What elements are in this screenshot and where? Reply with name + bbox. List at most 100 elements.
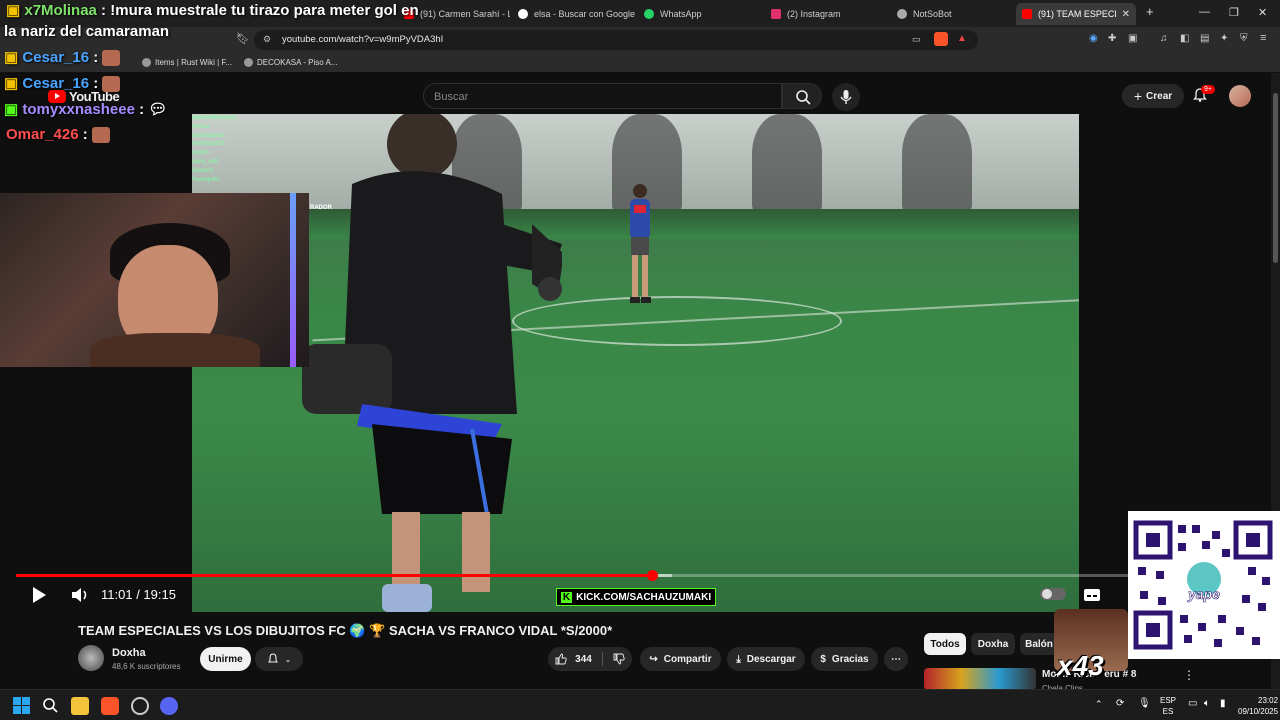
cast-icon[interactable]: ▭ bbox=[912, 34, 921, 45]
tab-whatsapp[interactable]: WhatsApp bbox=[638, 3, 758, 25]
tab-label: (2) Instagram bbox=[787, 9, 841, 19]
subtitles-icon[interactable] bbox=[1083, 587, 1101, 603]
screenshot-icon[interactable]: ▣ bbox=[1128, 33, 1137, 44]
chat-emote-icon bbox=[102, 76, 121, 93]
network-icon[interactable]: ▭ bbox=[1188, 698, 1197, 709]
microphone-tray-icon[interactable]: 🎙︎ bbox=[1138, 698, 1151, 709]
tab-notsobot[interactable]: NotSoBot bbox=[891, 3, 1011, 25]
battery-icon[interactable]: ▮ bbox=[1220, 698, 1226, 709]
kick-logo-icon: K bbox=[560, 591, 573, 603]
audio-icon[interactable]: ◉ bbox=[1089, 33, 1098, 44]
chat-emote-icon bbox=[102, 50, 121, 67]
thumbs-down-icon[interactable] bbox=[613, 653, 625, 665]
globe-icon bbox=[244, 58, 253, 67]
discord-icon[interactable] bbox=[160, 697, 178, 715]
like-button[interactable]: 344 bbox=[555, 653, 592, 665]
refresh-icon[interactable]: ⟳ bbox=[1116, 698, 1124, 709]
app-icon[interactable] bbox=[131, 697, 149, 715]
menu-icon[interactable]: ≡ bbox=[1260, 32, 1266, 44]
sidebar-icon[interactable]: ◧ bbox=[1180, 33, 1189, 44]
chat-username: tomyxxnasheee bbox=[22, 101, 135, 118]
chip-balon[interactable]: Balón bbox=[1020, 633, 1058, 655]
globe-icon bbox=[142, 58, 151, 67]
video-progress-bar[interactable] bbox=[16, 570, 1128, 581]
chip-doxha[interactable]: Doxha bbox=[971, 633, 1015, 655]
thanks-icon: $ bbox=[820, 653, 826, 665]
voice-search-button[interactable] bbox=[832, 83, 860, 111]
chat-username: Cesar_16 bbox=[22, 49, 90, 66]
site-info-icon[interactable]: ⚙ bbox=[263, 34, 271, 45]
tab-instagram[interactable]: (2) Instagram bbox=[765, 3, 885, 25]
search-icon[interactable] bbox=[42, 697, 59, 714]
download-button[interactable]: ⤓ Descargar bbox=[727, 647, 805, 671]
bookmark-icon[interactable]: 🔖︎ bbox=[236, 32, 250, 45]
volume-icon[interactable] bbox=[70, 586, 90, 604]
brave-shield-icon[interactable] bbox=[934, 32, 948, 46]
mini-chat-line: 1loveu2: bbox=[192, 167, 215, 174]
video-title: TEAM ESPECIALES VS LOS DIBUJITOS FC 🌍 🏆 … bbox=[78, 623, 613, 638]
minimize-icon[interactable]: — bbox=[1199, 6, 1210, 18]
bookmarks-bar: Items | Rust Wiki | F... DECOKASA - Piso… bbox=[0, 53, 1280, 73]
close-window-icon[interactable]: ✕ bbox=[1258, 6, 1267, 19]
share-label: Compartir bbox=[663, 653, 712, 665]
brave-rewards-icon[interactable]: ▲ bbox=[957, 33, 967, 44]
file-explorer-icon[interactable] bbox=[71, 697, 89, 715]
language-indicator[interactable]: ESP ES bbox=[1160, 695, 1176, 717]
account-avatar[interactable] bbox=[1229, 85, 1251, 107]
wallet-icon[interactable]: ▤ bbox=[1200, 33, 1209, 44]
more-actions-button[interactable]: ⋯ bbox=[884, 647, 908, 671]
subscription-bell-button[interactable]: ⌄ bbox=[255, 647, 303, 671]
create-button[interactable]: + Crear bbox=[1122, 84, 1184, 108]
mini-chat-line: ovitctc: bbox=[192, 150, 211, 157]
tray-chevron-up-icon[interactable]: ⌃ bbox=[1095, 699, 1103, 710]
overlay-chat-line: ▣ tomyxxnasheee : 💬︎ bbox=[4, 100, 167, 118]
address-bar[interactable]: ⚙ youtube.com/watch?v=w9mPyVDA3hI ▭ ▲ bbox=[254, 30, 978, 50]
system-clock[interactable]: 23:02 09/10/2025 bbox=[1238, 695, 1278, 717]
channel-avatar[interactable] bbox=[78, 645, 104, 671]
join-button[interactable]: Unirme bbox=[200, 647, 251, 671]
overlay-chat-line: ▣ Cesar_16 : bbox=[4, 48, 121, 67]
thanks-button[interactable]: $ Gracias bbox=[811, 647, 878, 671]
whatsapp-favicon-icon bbox=[644, 9, 654, 19]
extensions-icon[interactable]: ✚ bbox=[1108, 33, 1116, 44]
vpn-icon[interactable]: ⛨ bbox=[1240, 33, 1248, 44]
music-icon[interactable]: ♫ bbox=[1160, 33, 1168, 44]
like-dislike-group: 344 bbox=[548, 647, 632, 671]
tab-close-icon[interactable]: ✕ bbox=[1122, 9, 1130, 20]
chip-all[interactable]: Todos bbox=[924, 633, 966, 655]
bookmark-decokasa[interactable]: DECOKASA - Piso A... bbox=[244, 58, 337, 67]
microphone-icon bbox=[840, 90, 852, 104]
tab-label: elsa - Buscar con Google bbox=[534, 9, 636, 19]
search-input[interactable]: Buscar bbox=[423, 83, 782, 109]
chat-separator: : bbox=[89, 75, 103, 92]
tab-google-search[interactable]: elsa - Buscar con Google bbox=[512, 3, 636, 25]
progress-scrubber[interactable] bbox=[647, 570, 659, 581]
maximize-icon[interactable]: ❐ bbox=[1229, 6, 1239, 19]
join-label: Unirme bbox=[208, 653, 243, 665]
chat-badge-icon: ▣ bbox=[4, 49, 19, 66]
new-tab-button[interactable]: + bbox=[1146, 4, 1154, 19]
share-button[interactable]: ↪ Compartir bbox=[640, 647, 721, 671]
keyboard-code: ES bbox=[1162, 707, 1174, 716]
search-button[interactable] bbox=[782, 83, 822, 109]
chat-emote-icon bbox=[91, 127, 110, 144]
recommendation-menu-icon[interactable]: ⋮ bbox=[1183, 668, 1195, 682]
recommendation-thumbnail[interactable] bbox=[924, 668, 1036, 690]
leo-ai-icon[interactable]: ✦ bbox=[1220, 33, 1228, 44]
chat-username: x7Molinaa bbox=[24, 2, 97, 19]
tab-team-especiales[interactable]: (91) TEAM ESPECIALE ✕ bbox=[1016, 3, 1136, 25]
windows-start-icon[interactable] bbox=[13, 697, 30, 714]
like-divider bbox=[601, 652, 603, 666]
channel-name[interactable]: Doxha bbox=[112, 647, 146, 659]
brave-browser-icon[interactable] bbox=[101, 697, 119, 715]
video-player[interactable]: RADOR bbox=[192, 114, 1079, 612]
speaker-icon[interactable]: 🔈︎ bbox=[1204, 698, 1210, 709]
bookmark-rust-wiki[interactable]: Items | Rust Wiki | F... bbox=[142, 58, 232, 67]
play-icon[interactable] bbox=[30, 586, 48, 604]
hamburger-menu-icon[interactable] bbox=[18, 93, 44, 99]
scrollbar-thumb[interactable] bbox=[1273, 93, 1278, 263]
url-text[interactable]: youtube.com/watch?v=w9mPyVDA3hI bbox=[282, 34, 443, 45]
search-placeholder: Buscar bbox=[434, 91, 469, 103]
autoplay-toggle[interactable] bbox=[1040, 588, 1066, 600]
tab-label: WhatsApp bbox=[660, 9, 702, 19]
